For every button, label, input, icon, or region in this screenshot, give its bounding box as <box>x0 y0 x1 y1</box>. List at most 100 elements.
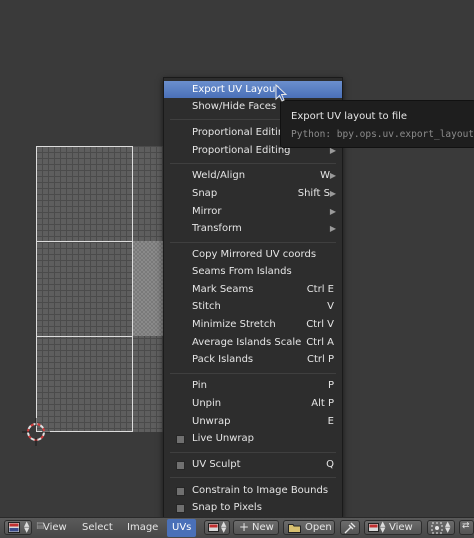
menu-separator <box>170 477 336 478</box>
menu-item-constrain-to-image-bounds[interactable]: Constrain to Image Bounds <box>164 482 342 499</box>
menu-item-label: Export UV Layout <box>192 84 280 95</box>
uv-face <box>36 146 133 242</box>
menu-item-snap-to-pixels[interactable]: Snap to Pixels <box>164 499 342 516</box>
folder-icon <box>288 524 301 533</box>
uv-face <box>36 241 133 337</box>
chevron-updown-icon: ▲ ▼ <box>24 520 30 534</box>
uv-face <box>36 336 133 432</box>
pivot-point-dropdown[interactable]: ▲ ▼ <box>427 520 455 535</box>
menu-item-label: Live Unwrap <box>192 433 255 444</box>
chevron-updown-icon: ▲ ▼ <box>221 520 227 534</box>
menu-image[interactable]: Image <box>127 521 158 535</box>
tooltip-description: Export UV layout to file <box>291 111 408 122</box>
menu-item-shortcut: W <box>320 170 330 181</box>
menu-item-unwrap[interactable]: Unwrap E <box>164 413 342 430</box>
menu-item-export-uv-layout[interactable]: Export UV Layout <box>164 81 342 98</box>
checkbox-live-unwrap[interactable] <box>176 435 185 444</box>
submenu-arrow-icon: ▶ <box>329 189 336 198</box>
menu-item-shortcut: E <box>327 416 334 427</box>
menu-view[interactable]: View <box>43 521 67 535</box>
menu-item-pin[interactable]: Pin P <box>164 377 342 394</box>
menu-uvs[interactable]: UVs <box>172 521 191 535</box>
menu-separator <box>170 373 336 374</box>
menu-item-shortcut: Ctrl E <box>306 284 334 295</box>
menu-item-shortcut: Q <box>326 459 334 470</box>
sync-selection-button[interactable]: ⇄ <box>459 520 474 535</box>
chevron-updown-icon: ▲ ▼ <box>380 520 386 534</box>
submenu-arrow-icon: ▶ <box>329 224 336 233</box>
menu-item-live-unwrap[interactable]: Live Unwrap <box>164 430 342 447</box>
menu-separator <box>170 163 336 164</box>
menu-item-label: Seams From Islands <box>192 266 292 277</box>
menu-item-label: Mark Seams <box>192 284 254 295</box>
menu-item-shortcut: Ctrl P <box>306 354 334 365</box>
submenu-arrow-icon: ▶ <box>329 171 336 180</box>
menu-item-label: Mirror <box>192 206 222 217</box>
view-mode-label: View <box>389 522 413 533</box>
menu-item-label: Copy Mirrored UV coords <box>192 249 317 260</box>
checkbox-uv-sculpt[interactable] <box>176 461 185 470</box>
menu-item-label: Constrain to Image Bounds <box>192 485 329 496</box>
checkbox-constrain-to-image-bounds[interactable] <box>176 487 185 496</box>
pin-icon <box>344 522 356 534</box>
tooltip: Export UV layout to file Python: bpy.ops… <box>280 100 474 148</box>
menu-item-label: Unwrap <box>192 416 231 427</box>
menu-item-transform[interactable]: Transform ▶ <box>164 220 342 237</box>
editor-type-button[interactable]: ▲ ▼ <box>4 520 32 535</box>
menu-select[interactable]: Select <box>82 521 113 535</box>
new-image-label: New <box>252 522 274 533</box>
menu-item-shortcut: Ctrl V <box>306 319 334 330</box>
submenu-arrow-icon: ▶ <box>329 207 336 216</box>
pin-image-button[interactable] <box>340 520 360 535</box>
menu-item-shortcut: V <box>327 301 334 312</box>
menu-item-minimize-stretch[interactable]: Minimize Stretch Ctrl V <box>164 316 342 333</box>
open-image-label: Open <box>305 522 332 533</box>
menu-item-weld-align[interactable]: Weld/Align W ▶ <box>164 167 342 184</box>
menu-item-label: Stitch <box>192 301 221 312</box>
tooltip-python: Python: bpy.ops.uv.export_layout() <box>291 129 474 140</box>
menu-item-label: Snap to Pixels <box>192 502 262 513</box>
3d-cursor-icon <box>22 418 50 446</box>
arrows-icon: ⇄ <box>462 521 470 531</box>
chevron-updown-icon: ▲ ▼ <box>445 520 451 534</box>
menu-separator <box>170 452 336 453</box>
menu-item-label: Proportional Editing <box>192 145 291 156</box>
menu-item-shortcut: Shift S <box>297 188 330 199</box>
menu-item-seams-from-islands[interactable]: Seams From Islands <box>164 263 342 280</box>
menu-item-label: Proportional Editing <box>192 127 291 138</box>
menu-item-pack-islands[interactable]: Pack Islands Ctrl P <box>164 351 342 368</box>
view-mode-icon <box>368 523 379 532</box>
plus-icon: + <box>239 520 250 534</box>
menu-item-label: Weld/Align <box>192 170 246 181</box>
menu-item-shortcut: Ctrl A <box>306 337 334 348</box>
mouse-pointer-icon <box>275 84 288 102</box>
image-editor-icon <box>8 522 20 533</box>
menu-item-label: Pin <box>192 380 207 391</box>
menu-item-shortcut: P <box>327 380 334 391</box>
menu-item-label: UV Sculpt <box>192 459 241 470</box>
view-mode-dropdown[interactable]: ▲ ▼ View <box>364 520 422 535</box>
pivot-point-icon <box>431 522 443 534</box>
menu-item-label: Unpin <box>192 398 222 409</box>
menu-item-average-islands-scale[interactable]: Average Islands Scale Ctrl A <box>164 334 342 351</box>
menu-item-mirror[interactable]: Mirror ▶ <box>164 203 342 220</box>
menu-item-unpin[interactable]: Unpin Alt P <box>164 395 342 412</box>
menu-item-uv-sculpt[interactable]: UV Sculpt Q <box>164 456 342 473</box>
menu-item-label: Transform <box>192 223 242 234</box>
image-editor-header: ▲ ▼ ▤ View Select Image UVs ▲ ▼ + New Open… <box>0 517 474 538</box>
image-browse-button[interactable]: ▲ ▼ <box>204 520 230 535</box>
menu-item-label: Average Islands Scale <box>192 337 302 348</box>
checkbox-snap-to-pixels[interactable] <box>176 504 185 513</box>
open-image-button[interactable]: Open <box>283 520 335 535</box>
menu-separator <box>170 242 336 243</box>
menu-item-stitch[interactable]: Stitch V <box>164 298 342 315</box>
menu-item-snap[interactable]: Snap Shift S ▶ <box>164 185 342 202</box>
new-image-button[interactable]: + New <box>233 520 279 535</box>
menu-item-mark-seams[interactable]: Mark Seams Ctrl E <box>164 281 342 298</box>
menu-item-copy-mirrored-uv[interactable]: Copy Mirrored UV coords <box>164 246 342 263</box>
menu-item-label: Show/Hide Faces <box>192 101 277 112</box>
menu-item-shortcut: Alt P <box>311 398 334 409</box>
menu-item-label: Minimize Stretch <box>192 319 276 330</box>
image-browse-icon <box>208 523 219 532</box>
menu-item-label: Pack Islands <box>192 354 254 365</box>
